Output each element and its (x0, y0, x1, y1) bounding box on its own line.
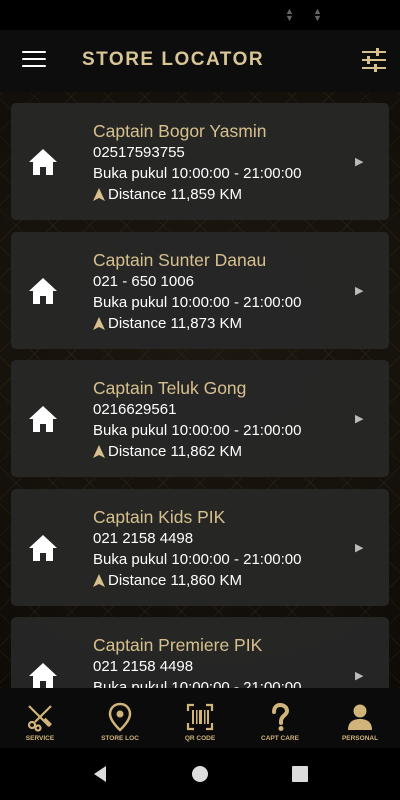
scissors-razor-icon (27, 705, 52, 732)
question-mark-icon (272, 702, 290, 731)
nav-capt-care[interactable]: CAPT CARE (240, 688, 320, 748)
distance-text: Distance 11,860 KM (108, 572, 242, 589)
navigation-arrow-icon (93, 574, 105, 587)
person-icon (348, 704, 372, 730)
distance-text: Distance 11,859 KM (108, 186, 242, 203)
store-distance: Distance 11,862 KM (93, 443, 242, 460)
distance-text: Distance 11,873 KM (108, 315, 242, 332)
home-circle-icon[interactable] (190, 764, 210, 784)
nav-label: SERVICE (25, 735, 55, 742)
store-phone: 021 - 650 1006 (93, 273, 194, 290)
nav-personal[interactable]: PERSONAL (320, 688, 400, 748)
status-bar: ▲ ▼ ▲ ▼ (0, 0, 400, 30)
store-name: Captain Premiere PIK (93, 635, 263, 655)
nav-label: PERSONAL (341, 735, 379, 742)
store-distance: Distance 11,873 KM (93, 315, 242, 332)
nav-label: STORE LOC (101, 735, 139, 742)
store-phone: 0216629561 (93, 401, 177, 418)
store-hours: Buka pukul 10:00:00 - 21:00:00 (93, 679, 302, 688)
store-name: Captain Teluk Gong (93, 378, 247, 398)
chevron-right-icon: ▶ (355, 542, 364, 554)
chevron-right-icon: ▶ (355, 670, 364, 682)
store-card[interactable]: Captain Sunter Danau 021 - 650 1006 Buka… (11, 232, 389, 349)
store-hours: Buka pukul 10:00:00 - 21:00:00 (93, 165, 302, 182)
chevron-right-icon: ▶ (355, 156, 364, 168)
distance-text: Distance 11,862 KM (108, 443, 242, 460)
store-phone: 021 2158 4498 (93, 658, 194, 675)
chevron-right-icon: ▶ (355, 413, 364, 425)
store-name: Captain Sunter Danau (93, 250, 267, 270)
navigation-arrow-icon (93, 445, 105, 458)
home-icon (29, 149, 57, 175)
chevron-right-icon: ▶ (355, 285, 364, 297)
nav-label: CAPT CARE (261, 735, 299, 742)
store-distance: Distance 11,860 KM (93, 572, 242, 589)
store-card[interactable]: Captain Kids PIK 021 2158 4498 Buka puku… (11, 489, 389, 606)
home-icon (29, 663, 57, 688)
recents-square-icon[interactable] (290, 764, 310, 784)
system-nav-bar (0, 748, 400, 800)
home-icon (29, 535, 57, 561)
nav-label: QR CODE (184, 735, 216, 742)
store-hours: Buka pukul 10:00:00 - 21:00:00 (93, 422, 302, 439)
store-card[interactable]: Captain Teluk Gong 0216629561 Buka pukul… (11, 360, 389, 477)
app-header: STORE LOCATOR (0, 30, 400, 92)
qr-scan-icon (186, 703, 214, 731)
home-icon (29, 406, 57, 432)
store-phone: 021 2158 4498 (93, 530, 194, 547)
bottom-nav: SERVICE STORE LOC QR CODE CAPT CARE PERS… (0, 688, 400, 748)
home-icon (29, 278, 57, 304)
store-phone: 02517593755 (93, 144, 185, 161)
store-distance: Distance 11,859 KM (93, 186, 242, 203)
page-title: STORE LOCATOR (82, 49, 265, 70)
nav-qr-code[interactable]: QR CODE (160, 688, 240, 748)
store-hours: Buka pukul 10:00:00 - 21:00:00 (93, 294, 302, 311)
filter-settings-icon[interactable] (361, 47, 387, 73)
nav-service[interactable]: SERVICE (0, 688, 80, 748)
store-name: Captain Bogor Yasmin (93, 121, 267, 141)
nav-store-loc[interactable]: STORE LOC (80, 688, 160, 748)
navigation-arrow-icon (93, 317, 105, 330)
signal-icon: ▲ ▼ (285, 6, 294, 23)
back-icon[interactable] (90, 764, 110, 784)
hamburger-menu-icon[interactable] (22, 51, 46, 71)
store-list[interactable]: Captain Bogor Yasmin 02517593755 Buka pu… (0, 92, 400, 688)
store-hours: Buka pukul 10:00:00 - 21:00:00 (93, 551, 302, 568)
map-pin-icon (108, 702, 132, 732)
signal-icon: ▲ ▼ (313, 6, 322, 23)
store-name: Captain Kids PIK (93, 507, 226, 527)
navigation-arrow-icon (93, 188, 105, 201)
store-card[interactable]: Captain Premiere PIK 021 2158 4498 Buka … (11, 617, 389, 688)
store-card[interactable]: Captain Bogor Yasmin 02517593755 Buka pu… (11, 103, 389, 220)
